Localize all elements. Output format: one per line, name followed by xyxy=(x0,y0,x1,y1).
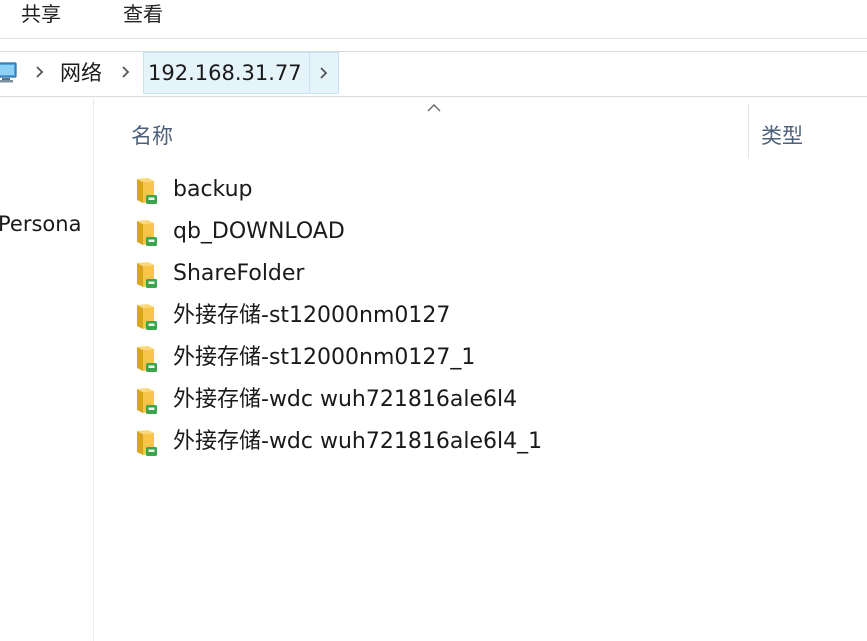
tab-view[interactable]: 查看 xyxy=(123,0,163,30)
breadcrumb-chevron-icon[interactable] xyxy=(121,64,131,80)
shared-folder-icon xyxy=(137,262,157,288)
shared-folder-icon xyxy=(137,346,157,372)
shared-folder-icon xyxy=(137,304,157,330)
file-row[interactable]: qb_DOWNLOAD xyxy=(128,213,728,253)
nav-item-personal[interactable]: Persona xyxy=(0,212,81,236)
file-row[interactable]: backup xyxy=(128,171,728,211)
file-name: 外接存储-wdc wuh721816ale6l4_1 xyxy=(173,429,543,454)
shared-folder-icon xyxy=(137,178,157,204)
file-name: backup xyxy=(173,177,253,202)
file-row[interactable]: 外接存储-st12000nm0127_1 xyxy=(128,339,728,379)
file-name: qb_DOWNLOAD xyxy=(173,219,345,244)
file-name: 外接存储-wdc wuh721816ale6l4 xyxy=(173,387,518,412)
file-row[interactable]: 外接存储-wdc wuh721816ale6l4_1 xyxy=(128,423,728,463)
address-bar[interactable]: 网络 192.168.31.77 xyxy=(0,51,867,97)
network-computer-icon xyxy=(0,62,17,83)
column-header-name-label: 名称 xyxy=(131,124,173,148)
file-row[interactable]: 外接存储-wdc wuh721816ale6l4 xyxy=(128,381,728,421)
breadcrumb-separator xyxy=(309,53,310,93)
ribbon-tab-bar: 共享 查看 xyxy=(0,0,867,39)
file-row[interactable]: 外接存储-st12000nm0127 xyxy=(128,297,728,337)
breadcrumb-current-host[interactable]: 192.168.31.77 xyxy=(143,52,339,94)
shared-folder-icon xyxy=(137,220,157,246)
file-name: 外接存储-st12000nm0127 xyxy=(173,303,451,328)
navigation-pane: Persona xyxy=(0,96,94,641)
tab-share[interactable]: 共享 xyxy=(21,0,61,30)
breadcrumb-host-label: 192.168.31.77 xyxy=(148,61,302,85)
shared-folder-icon xyxy=(137,430,157,456)
column-header-type[interactable]: 类型 xyxy=(749,96,867,158)
file-name: ShareFolder xyxy=(173,261,305,286)
column-header-name[interactable]: 名称 xyxy=(128,96,748,158)
breadcrumb-chevron-icon[interactable] xyxy=(319,65,329,81)
breadcrumb-chevron-icon[interactable] xyxy=(35,64,45,80)
breadcrumb-network[interactable]: 网络 xyxy=(60,58,102,88)
file-row[interactable]: ShareFolder xyxy=(128,255,728,295)
column-header-type-label: 类型 xyxy=(761,124,803,148)
file-name: 外接存储-st12000nm0127_1 xyxy=(173,345,476,370)
shared-folder-icon xyxy=(137,388,157,414)
